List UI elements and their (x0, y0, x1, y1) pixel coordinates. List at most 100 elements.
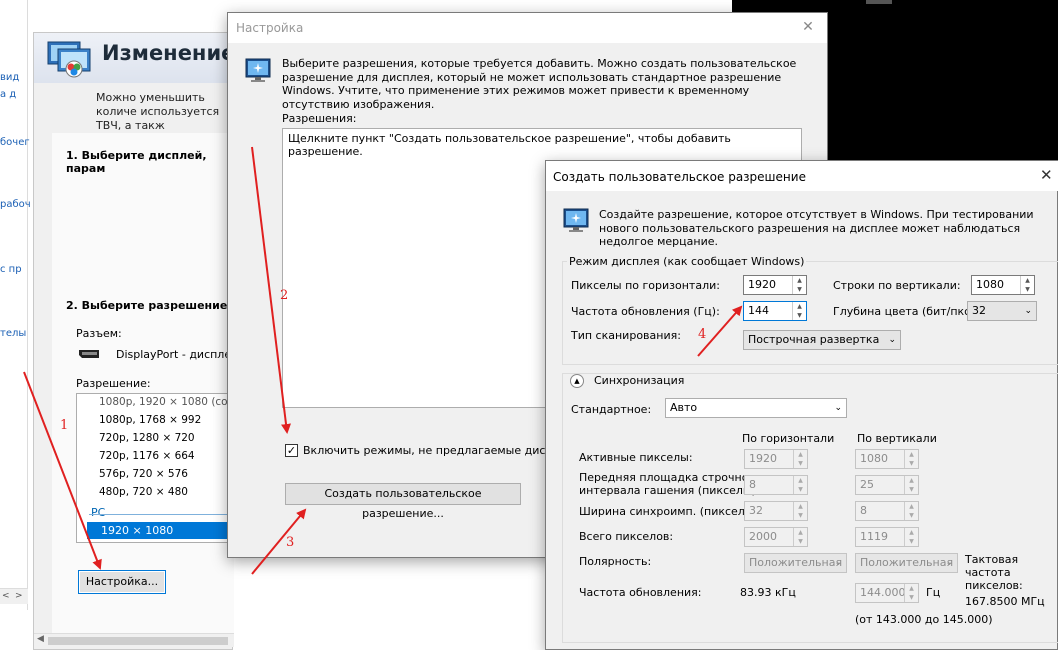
spinner-icon: ▲ ▼ (904, 450, 918, 468)
list-item[interactable]: 480р, 720 × 480 (99, 486, 188, 498)
chevron-down-icon: ⌄ (888, 335, 896, 345)
standard-value: Авто (670, 401, 698, 414)
sync-width-v-input[interactable]: 8 ▲ ▼ (855, 501, 919, 521)
settings-button[interactable]: Настройка... (78, 570, 166, 594)
spinner-icon[interactable]: ▲ ▼ (792, 276, 806, 294)
scroll-right-icon[interactable]: > (15, 591, 23, 601)
scrollbar-thumb[interactable] (48, 637, 228, 645)
refresh-rate-label: Частота обновления (Гц): (571, 305, 720, 318)
sync-width-h-value: 32 (749, 504, 763, 517)
sync-width-h-input[interactable]: 32 ▲ ▼ (744, 501, 808, 521)
resolutions-label: Разрешения: (282, 112, 357, 125)
connector-label: Разъем: (76, 327, 122, 340)
step-1-heading: 1. Выберите дисплей, парам (66, 149, 207, 175)
resolution-list[interactable]: 1080р, 1920 × 1080 (собс 1080р, 1768 × 9… (76, 393, 234, 543)
strip-link[interactable]: с пр (0, 264, 22, 275)
list-item[interactable]: 1080р, 1920 × 1080 (собс (99, 396, 233, 408)
active-pixels-v-input[interactable]: 1080 ▲ ▼ (855, 449, 919, 469)
spinner-icon: ▲ ▼ (793, 502, 807, 520)
spinner-icon[interactable]: ▲ ▼ (1020, 276, 1034, 294)
sync-refresh-label: Частота обновления: (579, 586, 702, 599)
background-window-strip: вид а д бочег рабоч с пр телы (0, 0, 31, 610)
list-item[interactable]: 1080р, 1768 × 992 (99, 414, 201, 426)
front-porch-label-2: интервала гашения (пикселы): (579, 484, 760, 497)
dialog-titlebar[interactable]: Создать пользовательское разрешение ✕ (546, 161, 1058, 191)
v-lines-value: 1080 (976, 278, 1004, 291)
nvidia-control-panel: Изменение Можно уменьшить количе использ… (33, 32, 249, 650)
pixel-clock-value: 167.8500 МГц (965, 595, 1045, 608)
annotation-label-1: 1 (60, 418, 69, 433)
front-porch-h-value: 8 (749, 478, 756, 491)
collapse-icon[interactable]: ▲ (570, 374, 584, 388)
scan-type-label: Тип сканирования: (571, 329, 681, 342)
pixel-clock-label: Тактовая (965, 553, 1019, 566)
sync-refresh-h-value: 83.93 кГц (740, 586, 796, 599)
spinner-icon[interactable]: ▲ ▼ (792, 302, 806, 320)
dialog-title: Настройка (236, 21, 304, 35)
group-divider (89, 514, 229, 515)
list-group-header: PC (91, 506, 106, 519)
scroll-left-icon[interactable]: < (2, 591, 10, 601)
create-custom-resolution-button[interactable]: Создать пользовательское разрешение... (285, 483, 521, 520)
step-2-heading: 2. Выберите разрешение. (66, 299, 232, 312)
dialog-info-text: Выберите разрешения, которые требуется д… (282, 57, 797, 111)
enable-modes-checkbox[interactable]: ✓ (285, 444, 298, 457)
dialog-titlebar[interactable]: Настройка ✕ (228, 13, 827, 43)
close-icon[interactable]: ✕ (798, 19, 818, 37)
resolution-label: Разрешение: (76, 377, 151, 390)
v-lines-input[interactable]: 1080 ▲ ▼ (971, 275, 1035, 295)
scroll-left-icon[interactable]: ◀ (37, 634, 44, 644)
list-item[interactable]: 720р, 1176 × 664 (99, 450, 195, 462)
spinner-icon: ▲ ▼ (793, 476, 807, 494)
active-pixels-h-input[interactable]: 1920 ▲ ▼ (744, 449, 808, 469)
strip-link[interactable]: телы (0, 328, 26, 339)
display-settings-icon (47, 41, 91, 78)
annotation-label-3: 3 (286, 535, 295, 550)
active-pixels-h-value: 1920 (749, 452, 777, 465)
h-pixels-input[interactable]: 1920 ▲ ▼ (743, 275, 807, 295)
close-icon[interactable]: ✕ (1040, 166, 1053, 184)
spinner-icon: ▲ ▼ (904, 584, 918, 602)
color-depth-label: Глубина цвета (бит/пкс): (833, 305, 979, 318)
color-depth-value: 32 (972, 304, 986, 317)
polarity-h-value: Положительная (749, 556, 843, 569)
spinner-icon: ▲ ▼ (904, 502, 918, 520)
total-pixels-h-input[interactable]: 2000 ▲ ▼ (744, 527, 808, 547)
polarity-v-select[interactable]: Положительная ⌄ (855, 553, 958, 573)
horizontal-scrollbar[interactable]: ◀ (34, 633, 234, 647)
list-item[interactable]: 720р, 1280 × 720 (99, 432, 195, 444)
sync-width-v-value: 8 (860, 504, 867, 517)
scan-type-select[interactable]: Построчная развертка ⌄ (743, 330, 901, 350)
front-porch-h-input[interactable]: 8 ▲ ▼ (744, 475, 808, 495)
front-porch-v-input[interactable]: 25 ▲ ▼ (855, 475, 919, 495)
dialog-title: Создать пользовательское разрешение (553, 170, 806, 184)
refresh-rate-input[interactable]: 144 ▲ ▼ (743, 301, 807, 321)
page-description: Можно уменьшить количе используется ТВЧ,… (96, 91, 220, 132)
strip-link[interactable]: а д (0, 89, 16, 100)
list-item[interactable]: 576р, 720 × 576 (99, 468, 188, 480)
total-pixels-h-value: 2000 (749, 530, 777, 543)
pixel-clock-label-2: частота (965, 566, 1011, 579)
sync-refresh-unit: Гц (926, 586, 941, 599)
sync-refresh-range: (от 143.000 до 145.000) (855, 613, 993, 626)
polarity-h-select[interactable]: Положительная ⌄ (744, 553, 847, 573)
strip-link[interactable]: бочег (0, 137, 30, 148)
enable-modes-label[interactable]: Включить режимы, не предлагаемые дисплее… (303, 444, 581, 457)
annotation-label-2: 2 (280, 288, 289, 303)
sync-refresh-v-input[interactable]: 144.000 ▲ ▼ (855, 583, 919, 603)
list-item-selected[interactable]: 1920 × 1080 (87, 522, 233, 539)
color-depth-select[interactable]: 32 ⌄ (967, 301, 1037, 321)
total-pixels-v-input[interactable]: 1119 ▲ ▼ (855, 527, 919, 547)
strip-link[interactable]: вид (0, 72, 19, 83)
horizontal-scrollbar[interactable]: < > (0, 588, 28, 604)
spinner-icon: ▲ ▼ (904, 476, 918, 494)
standard-label: Стандартное: (571, 403, 652, 416)
standard-select[interactable]: Авто ⌄ (665, 398, 847, 418)
checkmark-icon: ✓ (286, 444, 297, 457)
spinner-icon: ▲ ▼ (904, 528, 918, 546)
v-lines-label: Строки по вертикали: (833, 279, 961, 292)
monitor-icon (245, 58, 271, 82)
strip-link[interactable]: рабоч (0, 199, 31, 210)
displayport-icon (79, 350, 99, 358)
chevron-down-icon: ⌄ (834, 558, 842, 568)
